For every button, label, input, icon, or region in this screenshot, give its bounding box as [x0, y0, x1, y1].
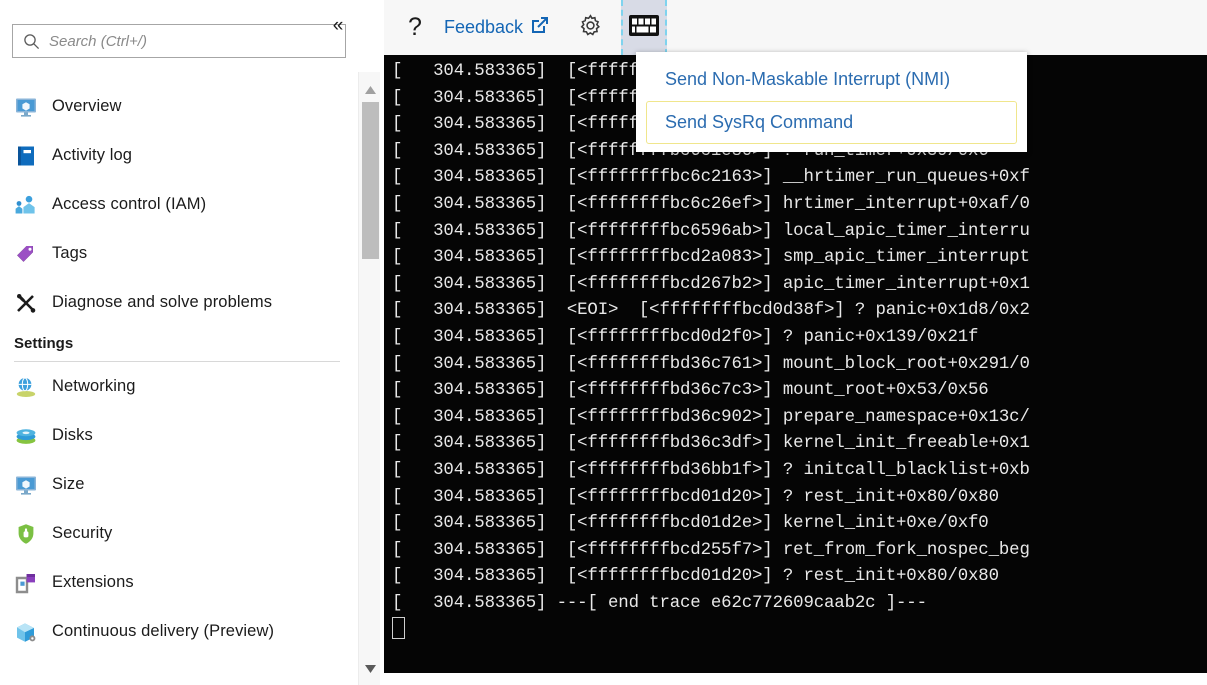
sidebar-item-label: Disks — [52, 426, 93, 444]
feedback-label: Feedback — [444, 17, 524, 37]
console-log-line: [ 304.583365] [<ffffffffbcd01d20>] ? res… — [392, 487, 999, 507]
sidebar-item-security[interactable]: Security — [0, 509, 352, 558]
people-icon — [14, 193, 38, 217]
feedback-link[interactable]: Feedback — [436, 6, 559, 50]
console-log-line: [ 304.583365] [<ffffffffbc6596ab>] local… — [392, 221, 1030, 241]
console-log-line: [ 304.583365] ---[ end trace e62c772609c… — [392, 593, 927, 613]
external-link-icon — [529, 14, 551, 41]
sidebar-item-label: Diagnose and solve problems — [52, 293, 273, 311]
keyboard-icon — [629, 14, 660, 41]
collapse-sidebar-button[interactable]: « — [323, 10, 353, 40]
search-box[interactable] — [12, 24, 346, 58]
book-icon — [14, 144, 38, 168]
sidebar-item-label: Extensions — [52, 573, 134, 591]
settings-section-header: Settings — [14, 335, 74, 352]
console-log-line: [ 304.583365] <EOI> [<ffffffffbcd0d38f>]… — [392, 301, 1030, 321]
sidebar-item-continuous-delivery[interactable]: Continuous delivery (Preview) — [0, 607, 352, 656]
question-mark-icon: ? — [408, 13, 422, 41]
block-cursor-icon — [392, 617, 405, 640]
sidebar-item-label: Tags — [52, 244, 88, 262]
sidebar-item-label: Access control (IAM) — [52, 195, 207, 213]
console-log-line: [ 304.583365] [<ffffffffbcd01d2e>] kerne… — [392, 514, 989, 534]
console-log-line: [ 304.583365] [<ffffffffbd36c902>] prepa… — [392, 407, 1030, 427]
menu-item-send-nmi[interactable]: Send Non-Maskable Interrupt (NMI) — [646, 58, 1017, 101]
azure-vm-serial-console-page: « Overview — [0, 0, 1207, 685]
chevron-double-left-icon: « — [332, 14, 344, 36]
sidebar-item-networking[interactable]: Networking — [0, 362, 352, 411]
tag-icon — [14, 242, 38, 266]
sidebar: « Overview — [0, 0, 356, 685]
wrench-screwdriver-icon — [14, 291, 38, 315]
menu-item-send-sysrq[interactable]: Send SysRq Command — [646, 101, 1017, 144]
scrollbar-down-arrow[interactable] — [359, 659, 381, 679]
sidebar-item-size[interactable]: Size — [0, 460, 352, 509]
sidebar-item-label: Activity log — [52, 146, 133, 164]
console-bottom-bar — [384, 673, 1207, 685]
sidebar-item-overview[interactable]: Overview — [0, 82, 352, 131]
menu-item-label: Send Non-Maskable Interrupt (NMI) — [665, 69, 951, 89]
console-log-line: [ 304.583365] [<ffffffffbc6c26ef>] hrtim… — [392, 194, 1030, 214]
sidebar-item-access-control[interactable]: Access control (IAM) — [0, 180, 352, 229]
sidebar-item-label: Continuous delivery (Preview) — [52, 622, 275, 640]
delivery-box-icon — [14, 620, 38, 644]
shield-lock-icon — [14, 522, 38, 546]
network-globe-icon — [14, 375, 38, 399]
console-log-line: [ 304.583365] [<ffffffffbd36bb1f>] ? ini… — [392, 460, 1030, 480]
console-log-line: [ 304.583365] [<ffffffffbd36c7c3>] mount… — [392, 381, 989, 401]
sidebar-item-diagnose[interactable]: Diagnose and solve problems — [0, 278, 352, 327]
console-log-line: [ 304.583365] [<ffffffffbcd267b2>] apic_… — [392, 274, 1030, 294]
console-log-line: [ 304.583365] [<ffffffffbcd0d2f0>] ? pan… — [392, 327, 979, 347]
settings-button[interactable] — [567, 6, 613, 50]
sidebar-scrollbar[interactable] — [358, 72, 380, 685]
keyboard-commands-button[interactable] — [621, 0, 668, 55]
sidebar-item-disks[interactable]: Disks — [0, 411, 352, 460]
console-log-line: [ 304.583365] [<ffffffffbcd255f7>] ret_f… — [392, 540, 1030, 560]
sidebar-item-extensions[interactable]: Extensions — [0, 558, 352, 607]
disk-icon — [14, 424, 38, 448]
console-log-line: [ 304.583365] [<ffffffffbc6c2163>] __hrt… — [392, 168, 1030, 188]
search-icon — [17, 25, 45, 57]
sidebar-item-label: Overview — [52, 97, 122, 115]
keyboard-commands-menu: Send Non-Maskable Interrupt (NMI) Send S… — [636, 52, 1027, 152]
scrollbar-thumb[interactable] — [362, 102, 379, 259]
sidebar-item-label: Networking — [52, 377, 136, 395]
console-toolbar: ? Feedback — [384, 0, 1207, 55]
sidebar-nav: Overview Activity log Access control (IA… — [0, 82, 352, 656]
sidebar-item-label: Size — [52, 475, 85, 493]
search-input[interactable] — [45, 32, 339, 50]
help-button[interactable]: ? — [394, 6, 436, 50]
sidebar-item-tags[interactable]: Tags — [0, 229, 352, 278]
console-log-line: [ 304.583365] [<ffffffffbcd2a083>] smp_a… — [392, 248, 1030, 268]
extensions-icon — [14, 571, 38, 595]
monitor-icon — [14, 95, 38, 119]
scrollbar-up-arrow[interactable] — [359, 80, 381, 100]
console-log-line: [ 304.583365] [<ffffffffbd36c3df>] kerne… — [392, 434, 1030, 454]
sidebar-item-label: Security — [52, 524, 113, 542]
monitor-size-icon — [14, 473, 38, 497]
console-cursor-line — [392, 617, 1207, 647]
sidebar-item-activity-log[interactable]: Activity log — [0, 131, 352, 180]
console-log-line: [ 304.583365] [<ffffffffbcd01d20>] ? res… — [392, 567, 999, 587]
console-log-line: [ 304.583365] [<ffffffffbd36c761>] mount… — [392, 354, 1030, 374]
menu-item-label: Send SysRq Command — [665, 112, 854, 132]
gear-icon — [578, 13, 603, 43]
